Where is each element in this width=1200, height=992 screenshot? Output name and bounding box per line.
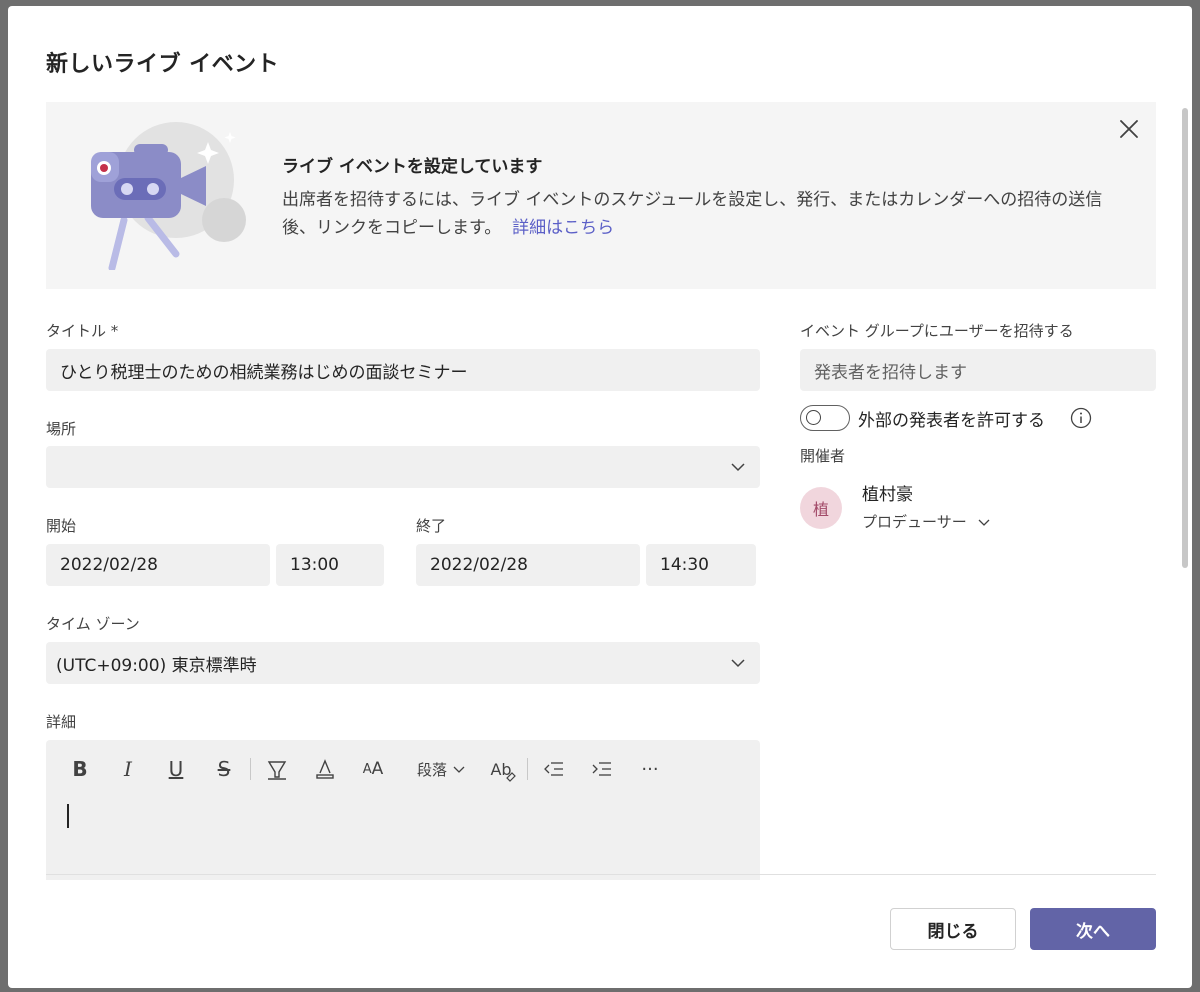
info-banner: ライブ イベントを設定しています 出席者を招待するには、ライブ イベントのスケジ… (46, 102, 1156, 289)
info-icon[interactable] (1070, 407, 1092, 429)
chevron-down-icon (731, 659, 745, 668)
external-presenters-label: 外部の発表者を許可する (858, 411, 1045, 431)
underline-icon[interactable]: U (152, 754, 200, 784)
chevron-down-icon (731, 463, 745, 472)
footer-divider (46, 874, 1156, 875)
start-time-input[interactable]: 13:00 (276, 544, 384, 586)
text-cursor (67, 804, 69, 828)
title-label: タイトル * (46, 322, 119, 340)
learn-more-link[interactable]: 詳細はこちら (512, 218, 614, 238)
title-input[interactable]: ひとり税理士のための相続業務はじめの面談セミナー (46, 349, 760, 391)
location-select[interactable] (46, 446, 760, 488)
video-camera-illustration (76, 120, 256, 274)
timezone-select[interactable]: (UTC+09:00) 東京標準時 (46, 642, 760, 684)
next-button[interactable]: 次へ (1030, 908, 1156, 950)
chevron-down-icon (978, 519, 990, 526)
toolbar-divider (250, 758, 251, 780)
live-event-dialog: 新しいライブ イベント ライブ イベントを設定しています 出席者を招待するには、… (8, 6, 1192, 988)
clear-formatting-icon[interactable]: Ab (477, 754, 525, 784)
invite-label: イベント グループにユーザーを招待する (800, 322, 1074, 340)
chevron-down-icon (453, 766, 465, 773)
toggle-knob (806, 410, 821, 425)
close-icon[interactable] (1116, 116, 1142, 142)
organizer-name: 植村豪 (862, 485, 913, 505)
invite-presenters-input[interactable]: 発表者を招待します (800, 349, 1156, 391)
close-button[interactable]: 閉じる (890, 908, 1016, 950)
banner-heading: ライブ イベントを設定しています (282, 157, 543, 177)
strikethrough-icon[interactable]: S (200, 754, 248, 784)
editor-toolbar: B I U S AA 段落 Ab ··· (56, 754, 674, 784)
bold-icon[interactable]: B (56, 754, 104, 784)
start-label: 開始 (46, 517, 77, 535)
end-label: 終了 (416, 517, 447, 535)
external-presenters-toggle[interactable] (800, 405, 850, 431)
toolbar-divider (527, 758, 529, 780)
dialog-title: 新しいライブ イベント (46, 52, 280, 77)
more-icon[interactable]: ··· (626, 754, 674, 784)
banner-text: 出席者を招待するには、ライブ イベントのスケジュールを設定し、発行、またはカレン… (282, 190, 1103, 238)
italic-icon[interactable]: I (104, 754, 152, 784)
end-date-input[interactable]: 2022/02/28 (416, 544, 640, 586)
decrease-indent-icon[interactable] (530, 754, 578, 784)
end-time-input[interactable]: 14:30 (646, 544, 756, 586)
banner-body: 出席者を招待するには、ライブ イベントのスケジュールを設定し、発行、またはカレン… (282, 186, 1112, 242)
timezone-label: タイム ゾーン (46, 615, 140, 633)
font-size-icon[interactable]: AA (349, 754, 397, 784)
paragraph-label: 段落 (417, 760, 448, 779)
paragraph-dropdown[interactable]: 段落 (397, 754, 477, 784)
organizer-role-dropdown[interactable]: プロデューサー (862, 511, 991, 532)
organizer-role: プロデューサー (862, 513, 967, 531)
start-date-input[interactable]: 2022/02/28 (46, 544, 270, 586)
font-color-icon[interactable] (301, 754, 349, 784)
organizer-label: 開催者 (800, 447, 846, 465)
location-label: 場所 (46, 420, 77, 438)
details-editor[interactable]: B I U S AA 段落 Ab ··· (46, 740, 760, 880)
avatar: 植 (800, 487, 842, 529)
increase-indent-icon[interactable] (578, 754, 626, 784)
timezone-value: (UTC+09:00) 東京標準時 (56, 655, 257, 676)
scrollbar[interactable] (1182, 108, 1188, 568)
details-label: 詳細 (46, 713, 77, 731)
highlight-icon[interactable] (253, 754, 301, 784)
